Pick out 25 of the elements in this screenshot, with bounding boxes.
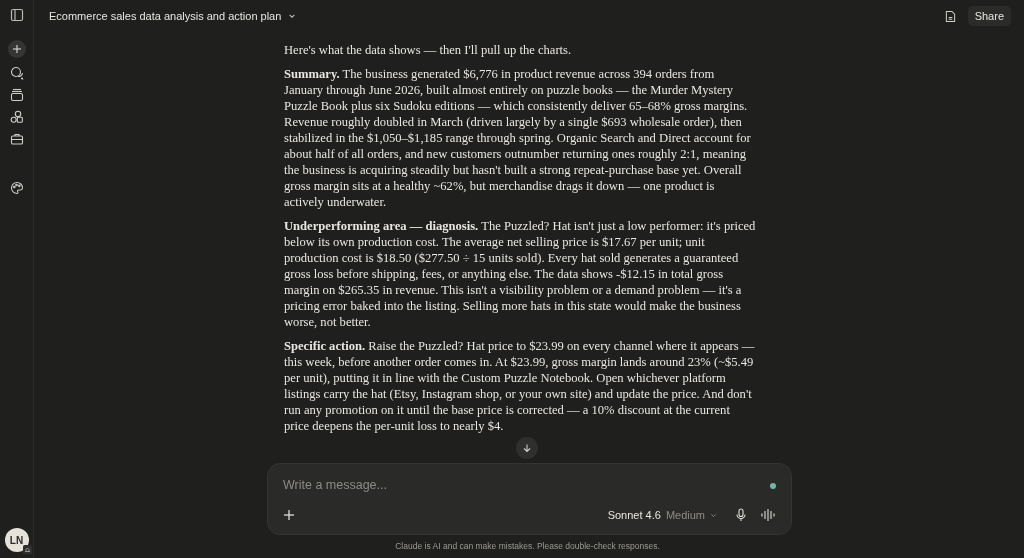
palette-icon[interactable] <box>9 181 24 195</box>
add-icon[interactable] <box>283 509 295 522</box>
message-paragraph: Underperforming area — diagnosis. The Puzzled? Hat isn't just a low performer: it's priced below its own production cost. The average net selling price is $17.67 per unit; unit production cost is $18.50 ($277.50 ÷ 15 units sold). Every hat sold generates a guaranteed gross loss before shipping, fees, or anything else. The data shows -$12.15 in total gross margin on $265.35 in revenue. This isn't a visibility problem or a demand problem — it's a pricing error baked into the listing. Selling more hats in this state would make the business worse, not better. <box>284 218 756 330</box>
scroll-down-button[interactable] <box>516 437 538 459</box>
disclaimer-text: Claude is AI and can make mistakes. Please double-check responses. <box>395 540 660 553</box>
chat-title-button[interactable]: Ecommerce sales data analysis and action plan <box>49 7 297 25</box>
message-paragraph: Summary. The business generated $6,776 in product revenue across 394 orders from January through June 2026, built almost entirely on puzzle books — the Murder Mystery Puzzle Book plus six Sudoku editions — which consistently deliver 65–68% gross margins. Revenue roughly doubled in March (driven largely by a single $693 wholesale order), then stabilized in the $1,050–$1,185 range through spring. Organic Search and Direct account for about half of all orders, and new customers outnumber returning ones roughly 2:1, meaning the business is acquiring steadily but hasn't built a strong repeat-purchase base yet. Overall gross margin sits at a healthy ~62%, but merchandise drags it down — one product is actively underwater. <box>284 66 752 210</box>
briefcase-icon[interactable] <box>9 132 24 146</box>
caret-icon <box>288 12 297 20</box>
arrow-down-icon <box>522 443 532 453</box>
message-input[interactable]: Write a message... <box>283 476 770 495</box>
avatar[interactable]: LN <box>4 528 29 552</box>
share-button[interactable]: Share <box>967 6 1011 26</box>
model-selector[interactable]: Sonnet 4.6 Medium <box>607 507 717 524</box>
plus-icon <box>11 44 22 54</box>
voice-wave-icon[interactable] <box>761 508 776 523</box>
shapes-icon[interactable] <box>9 110 24 124</box>
microphone-icon[interactable] <box>735 508 747 523</box>
sidebar-toggle-icon[interactable] <box>9 8 24 22</box>
new-chat-button[interactable] <box>7 40 26 58</box>
projects-icon[interactable] <box>9 88 24 102</box>
caret-icon <box>710 511 717 519</box>
document-icon[interactable] <box>944 9 956 23</box>
message-paragraph: Specific action. Raise the Puzzled? Hat price to $23.99 on every channel where it appears — this week, before another order comes in. At $23.99, gross margin lands around 23% (~$5.49 per unit), putting it in line with the Custom Puzzle Notebook. Open whichever platform listings carry the hat (Etsy, Instagram shop, or your own site) and update the price. And don't run any promotion on it until the base price is corrected — a 10% discount at the current price deepens the per-unit loss to nearly $4. <box>284 338 756 434</box>
message-paragraph: Here's what the data shows — then I'll pull up the charts. <box>284 42 573 58</box>
